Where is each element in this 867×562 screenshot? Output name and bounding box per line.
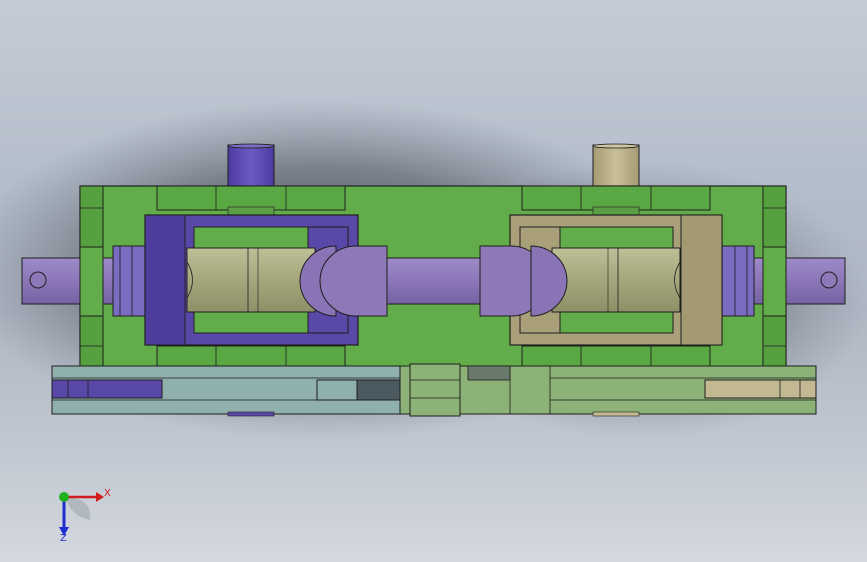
left-bushing bbox=[112, 245, 146, 317]
left-roller bbox=[186, 247, 316, 313]
lower-right-link bbox=[399, 365, 817, 417]
assembly-drawing: X Z bbox=[0, 100, 867, 544]
right-pin-top bbox=[592, 143, 640, 149]
axis-triad: X Z bbox=[59, 488, 111, 544]
cad-viewport[interactable]: X Z bbox=[0, 0, 867, 562]
triad-z-label: Z bbox=[60, 533, 67, 544]
right-shaft-hole bbox=[820, 271, 838, 289]
link-joint bbox=[409, 363, 461, 417]
right-cam-head bbox=[479, 245, 568, 317]
triad-x-label: X bbox=[104, 488, 111, 499]
left-shaft-hole bbox=[29, 271, 47, 289]
right-bushing bbox=[721, 245, 755, 317]
triad-origin bbox=[59, 492, 69, 502]
right-roller bbox=[551, 247, 681, 313]
left-pin-top bbox=[227, 143, 275, 149]
left-cam-head bbox=[299, 245, 388, 317]
triad-x-arrow bbox=[96, 492, 104, 502]
